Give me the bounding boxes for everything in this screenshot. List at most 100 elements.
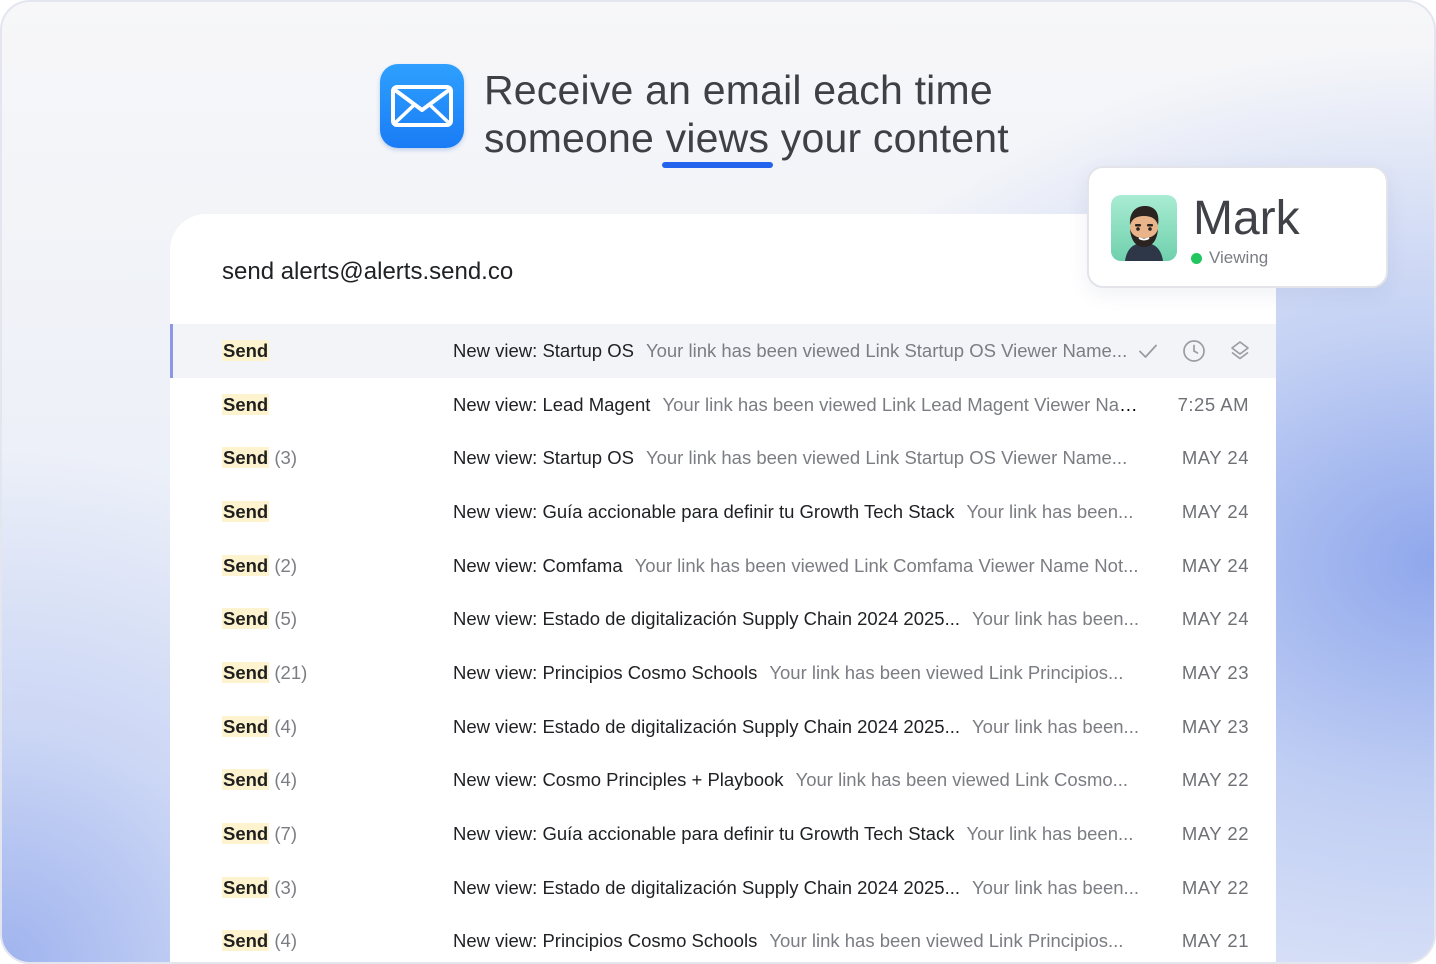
row-actions (1136, 339, 1252, 363)
email-sender: Send (5) (222, 608, 297, 630)
email-date: MAY 21 (1181, 930, 1249, 952)
viewer-card: Mark Viewing (1087, 166, 1388, 288)
email-message: New view: Guía accionable para definir t… (453, 823, 1146, 845)
email-sender: Send (4) (222, 715, 297, 738)
viewer-name: Mark (1193, 192, 1300, 245)
email-subject: New view: Estado de digitalización Suppl… (453, 608, 961, 630)
email-message: New view: Lead Magent Your link has been … (453, 394, 1146, 416)
thread-count: (4) (274, 930, 297, 952)
thread-count: (7) (274, 823, 297, 845)
email-snippet: Your link has been... (966, 823, 1134, 845)
email-snippet: Your link has been viewed Link Startup O… (645, 339, 1128, 361)
email-date: MAY 23 (1181, 715, 1249, 737)
email-row[interactable]: Send (3) New view: Estado de digitalizaci… (170, 861, 1276, 915)
sender-name: Send (222, 661, 270, 683)
email-date: MAY 24 (1181, 608, 1249, 630)
email-date: MAY 24 (1181, 447, 1249, 469)
headline-text: Receive an email each time someone views… (484, 66, 1009, 168)
email-row[interactable]: Send (7) New view: Guía accionable para d… (170, 807, 1276, 861)
email-row[interactable]: Send (4) New view: Cosmo Principles + Pla… (170, 754, 1276, 808)
email-snippet: Your link has been viewed Link Principio… (769, 930, 1124, 952)
sender-name: Send (222, 769, 270, 791)
headline: Receive an email each time someone views… (380, 64, 1009, 168)
sender-name: Send (222, 447, 270, 469)
email-message: New view: Estado de digitalización Suppl… (453, 608, 1146, 630)
email-message: New view: Startup OS Your link has been v… (453, 447, 1146, 469)
email-row[interactable]: Send (3) New view: Startup OS Your link ha… (170, 431, 1276, 485)
email-row[interactable]: Send (4) New view: Principios Cosmo Schoo… (170, 915, 1276, 962)
online-status-dot (1191, 252, 1202, 264)
email-message: New view: Principios Cosmo Schools Your l… (453, 930, 1146, 952)
email-row[interactable]: Send New view: Lead Magent Your link has … (170, 378, 1276, 432)
inbox-search-query[interactable]: send alerts@alerts.send.co (222, 258, 513, 286)
email-message: New view: Principios Cosmo Schools Your l… (453, 662, 1146, 684)
email-subject: New view: Startup OS (453, 339, 634, 361)
email-message: New view: Cosmo Principles + Playbook You… (453, 769, 1146, 791)
email-date: MAY 23 (1181, 661, 1249, 683)
headline-line-2: someone views your content (484, 114, 1009, 168)
check-icon[interactable] (1136, 339, 1160, 363)
headline-line-2-pre: someone (484, 115, 666, 161)
email-sender: Send (4) (222, 930, 297, 952)
email-row[interactable]: Send (4) New view: Estado de digitalizaci… (170, 700, 1276, 754)
clock-icon[interactable] (1182, 339, 1206, 363)
email-sender: Send (2) (222, 554, 297, 577)
inbox-panel: send alerts@alerts.send.co Send New view… (170, 214, 1276, 962)
sender-name: Send (222, 339, 270, 361)
email-sender: Send (222, 393, 270, 416)
email-message: New view: Estado de digitalización Suppl… (453, 716, 1146, 738)
email-subject: New view: Lead Magent (453, 393, 651, 415)
email-row[interactable]: Send (5) New view: Estado de digitalizaci… (170, 592, 1276, 646)
email-subject: New view: Estado de digitalización Suppl… (453, 715, 961, 737)
email-snippet: Your link has been... (972, 715, 1139, 737)
email-sender: Send (3) (222, 876, 297, 899)
sender-name: Send (222, 715, 270, 737)
email-date: 7:25 AM (1177, 393, 1249, 415)
sender-name: Send (222, 876, 270, 898)
email-row[interactable]: Send (2) New view: Comfama Your link has b… (170, 539, 1276, 593)
promo-frame: Receive an email each time someone views… (0, 0, 1436, 964)
email-snippet: Your link has been viewed Link Comfama V… (634, 554, 1139, 576)
thread-count: (3) (274, 447, 297, 469)
email-snippet: Your link has been... (966, 500, 1134, 522)
email-subject: New view: Cosmo Principles + Playbook (453, 769, 784, 791)
email-sender: Send (3) (222, 447, 297, 469)
email-row[interactable]: Send New view: Startup OS Your link has b… (170, 324, 1276, 378)
email-snippet: Your link has been... (972, 608, 1139, 630)
avatar (1111, 195, 1177, 261)
email-sender: Send (7) (222, 823, 297, 845)
email-row[interactable]: Send (21) New view: Principios Cosmo Scho… (170, 646, 1276, 700)
thread-count: (4) (274, 769, 297, 791)
email-date: MAY 24 (1181, 500, 1249, 522)
sender-name: Send (222, 554, 270, 576)
email-message: New view: Estado de digitalización Suppl… (453, 877, 1146, 899)
email-sender: Send (21) (222, 661, 308, 684)
email-subject: New view: Guía accionable para definir t… (453, 500, 955, 522)
sender-name: Send (222, 500, 270, 522)
email-subject: New view: Startup OS (453, 447, 634, 469)
email-message: New view: Comfama Your link has been view… (453, 555, 1146, 577)
thread-count: (5) (274, 608, 297, 630)
email-snippet: Your link has been viewed Link Lead Mage… (662, 393, 1146, 415)
email-snippet: Your link has been viewed Link Principio… (769, 661, 1124, 683)
email-message: New view: Guía accionable para definir t… (453, 501, 1146, 523)
layers-icon[interactable] (1228, 339, 1252, 363)
headline-line-1: Receive an email each time (484, 67, 993, 113)
email-subject: New view: Estado de digitalización Suppl… (453, 876, 961, 898)
email-sender: Send (222, 500, 270, 523)
email-snippet: Your link has been viewed Link Startup O… (645, 447, 1128, 469)
thread-count: (21) (274, 661, 308, 683)
sender-name: Send (222, 393, 270, 415)
sender-name: Send (222, 608, 270, 630)
email-snippet: Your link has been... (972, 876, 1139, 898)
email-sender: Send (222, 339, 270, 362)
email-row[interactable]: Send New view: Guía accionable para defi… (170, 485, 1276, 539)
mail-icon (380, 64, 464, 148)
email-date: MAY 22 (1181, 876, 1249, 898)
email-date: MAY 24 (1181, 554, 1249, 576)
email-list: Send New view: Startup OS Your link has b… (170, 324, 1276, 962)
thread-count: (2) (274, 554, 297, 576)
email-subject: New view: Guía accionable para definir t… (453, 823, 955, 845)
viewer-status-label: Viewing (1209, 248, 1269, 267)
thread-count: (3) (274, 876, 297, 898)
